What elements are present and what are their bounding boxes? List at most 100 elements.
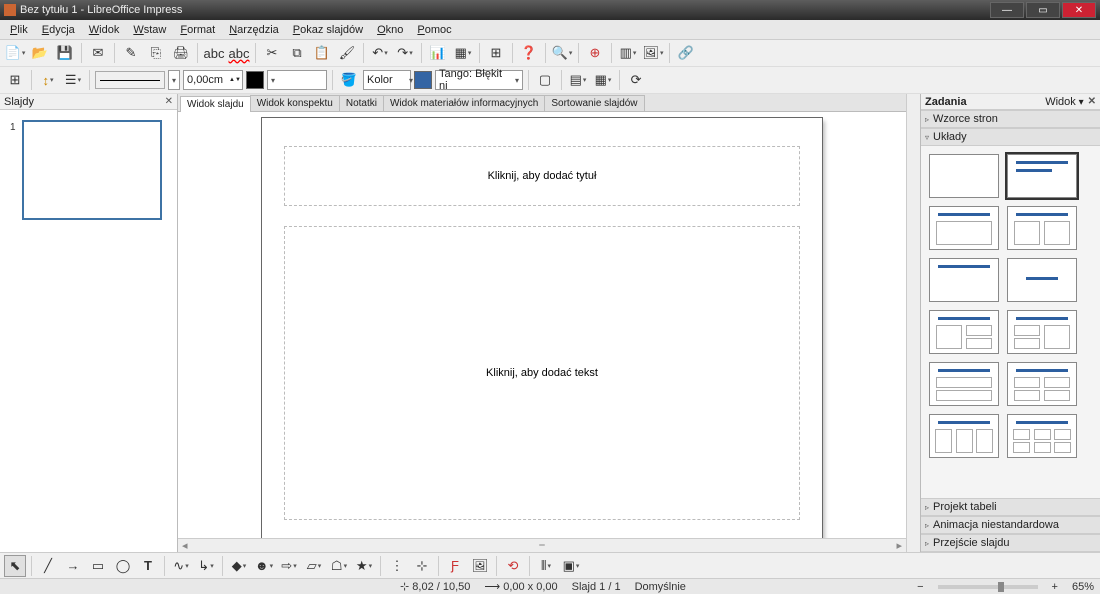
zoom-in-button[interactable]: + xyxy=(1052,581,1058,593)
layout-stack[interactable] xyxy=(929,362,999,406)
section-master-pages[interactable]: ▹ Wzorce stron xyxy=(921,110,1100,128)
zoom-value[interactable]: 65% xyxy=(1072,581,1094,593)
view-tab-2[interactable]: Notatki xyxy=(339,95,384,111)
maximize-button[interactable]: ▭ xyxy=(1026,2,1060,18)
menu-plik[interactable]: Plik xyxy=(4,22,34,38)
picture-button[interactable]: 🖼▾ xyxy=(642,42,664,64)
layout-blank[interactable] xyxy=(929,154,999,198)
help-button[interactable]: ❓ xyxy=(518,42,540,64)
align-tool[interactable]: ⫴▾ xyxy=(535,555,557,577)
menu-okno[interactable]: Okno xyxy=(371,22,409,38)
fontwork-tool[interactable]: Ƒ xyxy=(444,555,466,577)
layout-6content[interactable] xyxy=(1007,414,1077,458)
connector-tool[interactable]: ↳▾ xyxy=(195,555,217,577)
hyperlink-button[interactable]: 🔗 xyxy=(675,42,697,64)
slide-editor[interactable]: Kliknij, aby dodać tytuł Kliknij, aby do… xyxy=(178,112,906,538)
line-color-combo[interactable]: ▾ xyxy=(267,70,327,90)
edit-button[interactable]: ✎ xyxy=(120,42,142,64)
select-tool[interactable]: ⬉ xyxy=(4,555,26,577)
view-tab-1[interactable]: Widok konspektu xyxy=(250,95,340,111)
line-color-swatch[interactable] xyxy=(246,71,264,89)
symbol-shapes-tool[interactable]: ☻▾ xyxy=(253,555,275,577)
menu-wstaw[interactable]: Wstaw xyxy=(127,22,172,38)
view-tab-3[interactable]: Widok materiałów informacyjnych xyxy=(383,95,545,111)
fill-type-combo[interactable]: Kolor▾ xyxy=(363,70,411,90)
section-table-design[interactable]: ▹ Projekt tabeli xyxy=(921,498,1100,516)
shadow-button[interactable]: ▢ xyxy=(534,69,556,91)
layout-3col[interactable] xyxy=(929,414,999,458)
paintbucket-button[interactable]: 🪣 xyxy=(338,69,360,91)
close-tasks-panel-button[interactable]: ✕ xyxy=(1088,96,1096,107)
tasks-view-menu[interactable]: Widok ▾ xyxy=(1045,96,1083,108)
paste-button[interactable]: 📋 xyxy=(311,42,333,64)
open-button[interactable]: 📂 xyxy=(29,42,51,64)
text-tool[interactable]: T xyxy=(137,555,159,577)
arrowends-button[interactable]: ↕▾ xyxy=(37,69,59,91)
rotate-tool[interactable]: ⟲ xyxy=(502,555,524,577)
arrange-tool[interactable]: ▣▾ xyxy=(560,555,582,577)
menu-narzędzia[interactable]: Narzędzia xyxy=(223,22,285,38)
menu-widok[interactable]: Widok xyxy=(83,22,126,38)
stars-tool[interactable]: ★▾ xyxy=(353,555,375,577)
block-arrows-tool[interactable]: ⇨▾ xyxy=(278,555,300,577)
close-button[interactable]: ✕ xyxy=(1062,2,1096,18)
menu-format[interactable]: Format xyxy=(174,22,221,38)
presentation-button[interactable]: ⟳ xyxy=(625,69,647,91)
from-file-tool[interactable]: 🖼 xyxy=(469,555,491,577)
view-tab-4[interactable]: Sortowanie slajdów xyxy=(544,95,644,111)
curve-tool[interactable]: ∿▾ xyxy=(170,555,192,577)
linestyle-button[interactable]: ☰▾ xyxy=(62,69,84,91)
layout-4content[interactable] xyxy=(1007,362,1077,406)
layout-title-only-2[interactable] xyxy=(929,258,999,302)
arrow-tool[interactable]: → xyxy=(62,555,84,577)
chart-button[interactable]: 📊 xyxy=(427,42,449,64)
save-button[interactable]: 💾 xyxy=(54,42,76,64)
glue-tool[interactable]: ⊹ xyxy=(411,555,433,577)
minimize-button[interactable]: — xyxy=(990,2,1024,18)
fill-color-combo[interactable]: Tango: Błękit ni▾ xyxy=(435,70,523,90)
layout-2box[interactable] xyxy=(929,310,999,354)
line-style-combo[interactable]: ▾ xyxy=(168,70,180,90)
copy-button[interactable]: ⧉ xyxy=(286,42,308,64)
layout-title-content[interactable] xyxy=(1007,154,1077,198)
zoom-out-button[interactable]: − xyxy=(917,581,923,593)
navigator-button[interactable]: ⊕ xyxy=(584,42,606,64)
grid-button[interactable]: ⊞ xyxy=(485,42,507,64)
pdf-button[interactable]: ⎘ xyxy=(145,42,167,64)
line-tool[interactable]: ╱ xyxy=(37,555,59,577)
slide-thumbnail[interactable]: 1 xyxy=(10,120,167,220)
slide-design-button[interactable]: ▤▾ xyxy=(567,69,589,91)
vertical-scrollbar[interactable] xyxy=(906,94,920,552)
spellcheck-button[interactable]: abc xyxy=(203,42,225,64)
basic-shapes-tool[interactable]: ◆▾ xyxy=(228,555,250,577)
gallery-button[interactable]: ▥▾ xyxy=(617,42,639,64)
print-button[interactable]: 🖨 xyxy=(170,42,192,64)
points-tool[interactable]: ⋮ xyxy=(386,555,408,577)
zoom-slider[interactable] xyxy=(938,585,1038,589)
section-layouts[interactable]: ▿ Układy xyxy=(921,128,1100,146)
title-placeholder[interactable]: Kliknij, aby dodać tytuł xyxy=(284,146,800,206)
section-custom-animation[interactable]: ▹ Animacja niestandardowa xyxy=(921,516,1100,534)
line-style-preview[interactable] xyxy=(95,71,165,89)
section-slide-transition[interactable]: ▹ Przejście slajdu xyxy=(921,534,1100,552)
menu-pomoc[interactable]: Pomoc xyxy=(411,22,457,38)
layout-2box-b[interactable] xyxy=(1007,310,1077,354)
new-button[interactable]: 📄▾ xyxy=(4,42,26,64)
menu-pokaz slajdów[interactable]: Pokaz slajdów xyxy=(287,22,369,38)
layout-centered[interactable] xyxy=(1007,258,1077,302)
fill-color-swatch[interactable] xyxy=(414,71,432,89)
content-placeholder[interactable]: Kliknij, aby dodać tekst xyxy=(284,226,800,520)
flowchart-tool[interactable]: ▱▾ xyxy=(303,555,325,577)
cut-button[interactable]: ✂ xyxy=(261,42,283,64)
format-paintbrush-button[interactable]: 🖌 xyxy=(336,42,358,64)
layout-title-only[interactable] xyxy=(929,206,999,250)
zoom-button[interactable]: 🔍▾ xyxy=(551,42,573,64)
menu-edycja[interactable]: Edycja xyxy=(36,22,81,38)
rect-tool[interactable]: ▭ xyxy=(87,555,109,577)
autospell-button[interactable]: abc xyxy=(228,42,250,64)
line-width-field[interactable]: 0,00cm ▲▼ xyxy=(183,70,243,90)
callout-tool[interactable]: ☖▾ xyxy=(328,555,350,577)
close-slides-panel-button[interactable]: ✕ xyxy=(165,96,173,107)
slide-canvas[interactable]: Kliknij, aby dodać tytuł Kliknij, aby do… xyxy=(262,118,822,538)
view-tab-0[interactable]: Widok slajdu xyxy=(180,96,251,112)
